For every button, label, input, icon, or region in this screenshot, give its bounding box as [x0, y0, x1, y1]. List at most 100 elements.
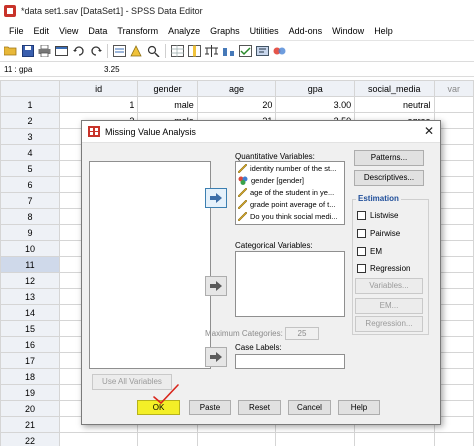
print-icon[interactable]	[37, 43, 52, 58]
menu-analyze[interactable]: Analyze	[163, 26, 205, 36]
quantitative-variable-item[interactable]: age of the student in ye...	[236, 186, 344, 198]
row-number[interactable]: 21	[0, 416, 60, 433]
select-cases-icon[interactable]	[238, 43, 253, 58]
checkbox-box[interactable]	[357, 264, 366, 273]
quantitative-variables-list[interactable]: identity number of the st... gender [gen…	[235, 161, 345, 225]
open-folder-icon[interactable]	[3, 43, 18, 58]
cell-var[interactable]	[433, 96, 474, 113]
row-number[interactable]: 3	[0, 128, 60, 145]
save-icon[interactable]	[20, 43, 35, 58]
cell-id[interactable]: 1	[58, 96, 139, 113]
menu-graphs[interactable]: Graphs	[205, 26, 245, 36]
menu-help[interactable]: Help	[369, 26, 398, 36]
cell-social-media[interactable]: neutral	[354, 96, 435, 113]
row-number[interactable]: 14	[0, 304, 60, 321]
quantitative-variable-item[interactable]: gender [gender]	[236, 174, 344, 186]
cell-age[interactable]	[196, 432, 277, 446]
column-header-gpa[interactable]: gpa	[275, 80, 356, 97]
dialog-recall-icon[interactable]	[54, 43, 69, 58]
categorical-variables-list[interactable]	[235, 251, 345, 317]
dialog-titlebar[interactable]: Missing Value Analysis ✕	[82, 121, 440, 143]
column-header-id[interactable]: id	[58, 80, 139, 97]
cell-id[interactable]	[58, 432, 139, 446]
menu-edit[interactable]: Edit	[29, 26, 55, 36]
paste-button[interactable]: Paste	[189, 400, 231, 415]
quantitative-variable-item[interactable]: grade point average of t...	[236, 198, 344, 210]
row-number[interactable]: 12	[0, 272, 60, 289]
row-number[interactable]: 2	[0, 112, 60, 129]
menu-data[interactable]: Data	[83, 26, 112, 36]
row-number[interactable]: 15	[0, 320, 60, 337]
move-to-case-labels-button[interactable]	[205, 347, 227, 367]
find-icon[interactable]	[146, 43, 161, 58]
cancel-button[interactable]: Cancel	[288, 400, 331, 415]
row-number[interactable]: 16	[0, 336, 60, 353]
row-number[interactable]: 18	[0, 368, 60, 385]
cell-gender[interactable]	[137, 432, 198, 446]
variables-button[interactable]: Variables...	[355, 278, 423, 294]
value-labels-icon[interactable]	[255, 43, 270, 58]
goto-case-icon[interactable]	[112, 43, 127, 58]
menu-file[interactable]: File	[4, 26, 29, 36]
em-button[interactable]: EM...	[355, 298, 423, 314]
menu-view[interactable]: View	[54, 26, 83, 36]
quantitative-variable-item[interactable]: Do you think social medi...	[236, 210, 344, 222]
row-number[interactable]: 6	[0, 176, 60, 193]
weight-cases-icon[interactable]	[221, 43, 236, 58]
undo-icon[interactable]	[71, 43, 86, 58]
row-number[interactable]: 20	[0, 400, 60, 417]
variables-icon[interactable]	[129, 43, 144, 58]
row-number[interactable]: 5	[0, 160, 60, 177]
cell-gender[interactable]: male	[137, 96, 198, 113]
column-header-gender[interactable]: gender	[137, 80, 198, 97]
menu-addons[interactable]: Add-ons	[284, 26, 328, 36]
row-number[interactable]: 1	[0, 96, 60, 113]
menu-transform[interactable]: Transform	[112, 26, 163, 36]
row-number[interactable]: 7	[0, 192, 60, 209]
use-sets-icon[interactable]	[272, 43, 287, 58]
move-to-categorical-button[interactable]	[205, 276, 227, 296]
cell-age[interactable]: 20	[196, 96, 277, 113]
row-number[interactable]: 8	[0, 208, 60, 225]
row-number[interactable]: 13	[0, 288, 60, 305]
cell-value-input[interactable]: 3.25	[104, 64, 304, 76]
cell-social-media[interactable]	[354, 432, 435, 446]
listwise-checkbox[interactable]: Listwise	[357, 211, 398, 220]
descriptives-button[interactable]: Descriptives...	[354, 170, 424, 186]
regression-checkbox[interactable]: Regression	[357, 264, 410, 273]
column-header-social-media[interactable]: social_media	[354, 80, 435, 97]
checkbox-box[interactable]	[357, 229, 366, 238]
insert-cases-icon[interactable]	[170, 43, 185, 58]
row-number[interactable]: 4	[0, 144, 60, 161]
maximum-categories-input[interactable]: 25	[285, 327, 319, 340]
row-number[interactable]: 10	[0, 240, 60, 257]
help-button[interactable]: Help	[338, 400, 380, 415]
quantitative-variable-item[interactable]: identity number of the st...	[236, 162, 344, 174]
split-file-icon[interactable]	[204, 43, 219, 58]
column-header-var[interactable]: var	[433, 80, 474, 97]
cell-gpa[interactable]: 3.00	[275, 96, 356, 113]
reset-button[interactable]: Reset	[238, 400, 281, 415]
redo-icon[interactable]	[88, 43, 103, 58]
row-number[interactable]: 9	[0, 224, 60, 241]
checkbox-box[interactable]	[357, 247, 366, 256]
menu-window[interactable]: Window	[327, 26, 369, 36]
regression-button[interactable]: Regression...	[355, 316, 423, 332]
row-number[interactable]: 22	[0, 432, 60, 446]
cell-var[interactable]	[433, 432, 474, 446]
close-icon[interactable]: ✕	[424, 124, 434, 138]
pairwise-checkbox[interactable]: Pairwise	[357, 229, 400, 238]
insert-variable-icon[interactable]	[187, 43, 202, 58]
case-labels-field[interactable]	[235, 354, 345, 369]
row-number[interactable]: 19	[0, 384, 60, 401]
move-to-quantitative-button[interactable]	[205, 188, 227, 208]
menu-utilities[interactable]: Utilities	[245, 26, 284, 36]
checkbox-box[interactable]	[357, 211, 366, 220]
grid-corner[interactable]	[0, 80, 60, 97]
source-variable-list[interactable]	[89, 161, 211, 369]
row-number[interactable]: 11	[0, 256, 60, 273]
cell-gpa[interactable]	[275, 432, 356, 446]
column-header-age[interactable]: age	[196, 80, 277, 97]
patterns-button[interactable]: Patterns...	[354, 150, 424, 166]
em-checkbox[interactable]: EM	[357, 247, 382, 256]
